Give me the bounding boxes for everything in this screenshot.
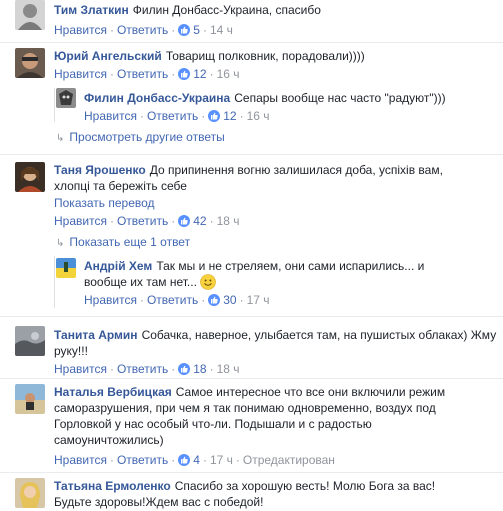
like-count[interactable]: 30 [208, 293, 237, 307]
reply-button[interactable]: Ответить [117, 23, 168, 37]
see-other-replies-link[interactable]: ↳ Просмотреть другие ответы [56, 129, 225, 147]
reply-item: Андрій Хем Так мы и не стреляем, они сами… [0, 256, 503, 312]
comment-time[interactable]: 18 ч [217, 362, 240, 376]
like-count[interactable]: 5 [178, 23, 200, 37]
comment-body: Сепары вообще нас часто "радуют"))) [234, 91, 446, 105]
comment-time[interactable]: 17 ч [210, 453, 233, 467]
avatar[interactable] [15, 326, 45, 356]
comment-author-link[interactable]: Филин Донбасс-Украина [84, 91, 230, 105]
comment-text-block: Тим Златкин Филин Донбасс-Украина, спасиб… [54, 2, 494, 18]
avatar[interactable] [56, 88, 76, 108]
avatar[interactable] [56, 258, 76, 278]
comment-text-block: Юрий Ангельский Товарищ полковник, порадо… [54, 48, 494, 64]
like-button[interactable]: Нравится [84, 293, 137, 307]
edited-label[interactable]: Отредактирован [243, 453, 335, 467]
comment-time[interactable]: 18 ч [217, 214, 240, 228]
thumbs-up-icon [178, 363, 191, 375]
like-count[interactable]: 12 [208, 109, 237, 123]
like-button[interactable]: Нравится [54, 23, 107, 37]
comment-time[interactable]: 16 ч [217, 67, 240, 81]
avatar[interactable] [15, 478, 45, 508]
thumbs-up-icon [208, 110, 221, 122]
smiley-emoji-icon [200, 274, 217, 290]
thumbs-up-icon [178, 454, 191, 466]
like-button[interactable]: Нравится [54, 214, 107, 228]
comment-actions: Нравится · Ответить · 18 · 18 ч [54, 362, 240, 376]
like-count[interactable]: 42 [178, 214, 207, 228]
avatar[interactable] [15, 0, 45, 30]
comment-item: Таня Ярошенко До припинення вогню залишил… [0, 160, 503, 230]
avatar[interactable] [15, 384, 45, 414]
reply-button[interactable]: Ответить [117, 214, 168, 228]
thumbs-up-icon [178, 24, 191, 36]
show-more-replies-link[interactable]: ↳ Показать еще 1 ответ [56, 234, 190, 252]
avatar[interactable] [15, 162, 45, 192]
reply-button[interactable]: Ответить [117, 453, 168, 467]
comment-body: Филин Донбасс-Украина, спасибо [132, 3, 321, 17]
comment-actions: Нравится · Ответить · 12 · 16 ч [84, 109, 270, 123]
thumbs-up-icon [208, 294, 221, 306]
divider [0, 378, 503, 379]
like-count[interactable]: 18 [178, 362, 207, 376]
reply-button[interactable]: Ответить [117, 67, 168, 81]
like-count[interactable]: 12 [178, 67, 207, 81]
comment-item: Танита Армин Собачка, наверное, улыбается… [0, 324, 503, 376]
comment-text-block: Таня Ярошенко До припинення вогню залишил… [54, 162, 469, 194]
reply-button[interactable]: Ответить [117, 362, 168, 376]
comment-item: Татьяна Ермоленко Спасибо за хорошую вест… [0, 476, 503, 511]
thumbs-up-icon [178, 215, 191, 227]
like-button[interactable]: Нравится [84, 109, 137, 123]
comment-actions: Нравится · Ответить · 30 · 17 ч [84, 293, 270, 307]
divider [0, 154, 503, 155]
like-button[interactable]: Нравится [54, 67, 107, 81]
comment-time[interactable]: 17 ч [247, 293, 270, 307]
comment-author-link[interactable]: Юрий Ангельский [54, 49, 162, 63]
reply-arrow-icon: ↳ [56, 133, 65, 144]
comment-author-link[interactable]: Тим Златкин [54, 3, 129, 17]
reply-item: Филин Донбасс-Украина Сепары вообще нас ч… [0, 88, 503, 124]
comment-item: Юрий Ангельский Товарищ полковник, порадо… [0, 44, 503, 84]
comment-text-block: Филин Донбасс-Украина Сепары вообще нас ч… [84, 90, 494, 106]
like-count[interactable]: 4 [178, 453, 200, 467]
comment-text-block: Андрій Хем Так мы и не стреляем, они сами… [84, 258, 429, 290]
comment-actions: Нравится · Ответить · 5 · 14 ч [54, 23, 233, 37]
like-button[interactable]: Нравится [54, 453, 107, 467]
comment-item: Наталья Вербицкая Самое интересное что вс… [0, 382, 503, 470]
comment-time[interactable]: 16 ч [247, 109, 270, 123]
divider [0, 42, 503, 43]
comment-item: Тим Златкин Филин Донбасс-Украина, спасиб… [0, 0, 503, 40]
comment-author-link[interactable]: Андрій Хем [84, 259, 152, 273]
comment-body: Товарищ полковник, порадовали)))) [165, 49, 365, 63]
comment-actions: Нравится · Ответить · 12 · 16 ч [54, 67, 240, 81]
comment-author-link[interactable]: Танита Армин [54, 328, 138, 342]
comment-author-link[interactable]: Наталья Вербицкая [54, 385, 172, 399]
comment-author-link[interactable]: Таня Ярошенко [54, 163, 146, 177]
reply-button[interactable]: Ответить [147, 293, 198, 307]
comment-text-block: Танита Армин Собачка, наверное, улыбается… [54, 327, 499, 359]
reply-button[interactable]: Ответить [147, 109, 198, 123]
like-button[interactable]: Нравится [54, 362, 107, 376]
see-translation-link[interactable]: Показать перевод [54, 195, 155, 211]
comment-text-block: Наталья Вербицкая Самое интересное что вс… [54, 384, 454, 448]
reply-arrow-icon: ↳ [56, 238, 65, 249]
comment-time[interactable]: 14 ч [210, 23, 233, 37]
divider [0, 472, 503, 473]
comment-actions: Нравится · Ответить · 4 · 17 ч · Отредактирован [54, 453, 335, 467]
comment-actions: Нравится · Ответить · 42 · 18 ч [54, 214, 240, 228]
divider [0, 316, 503, 317]
comment-text-block: Татьяна Ермоленко Спасибо за хорошую вест… [54, 478, 474, 510]
comment-author-link[interactable]: Татьяна Ермоленко [54, 479, 171, 493]
thumbs-up-icon [178, 68, 191, 80]
avatar[interactable] [15, 48, 45, 78]
